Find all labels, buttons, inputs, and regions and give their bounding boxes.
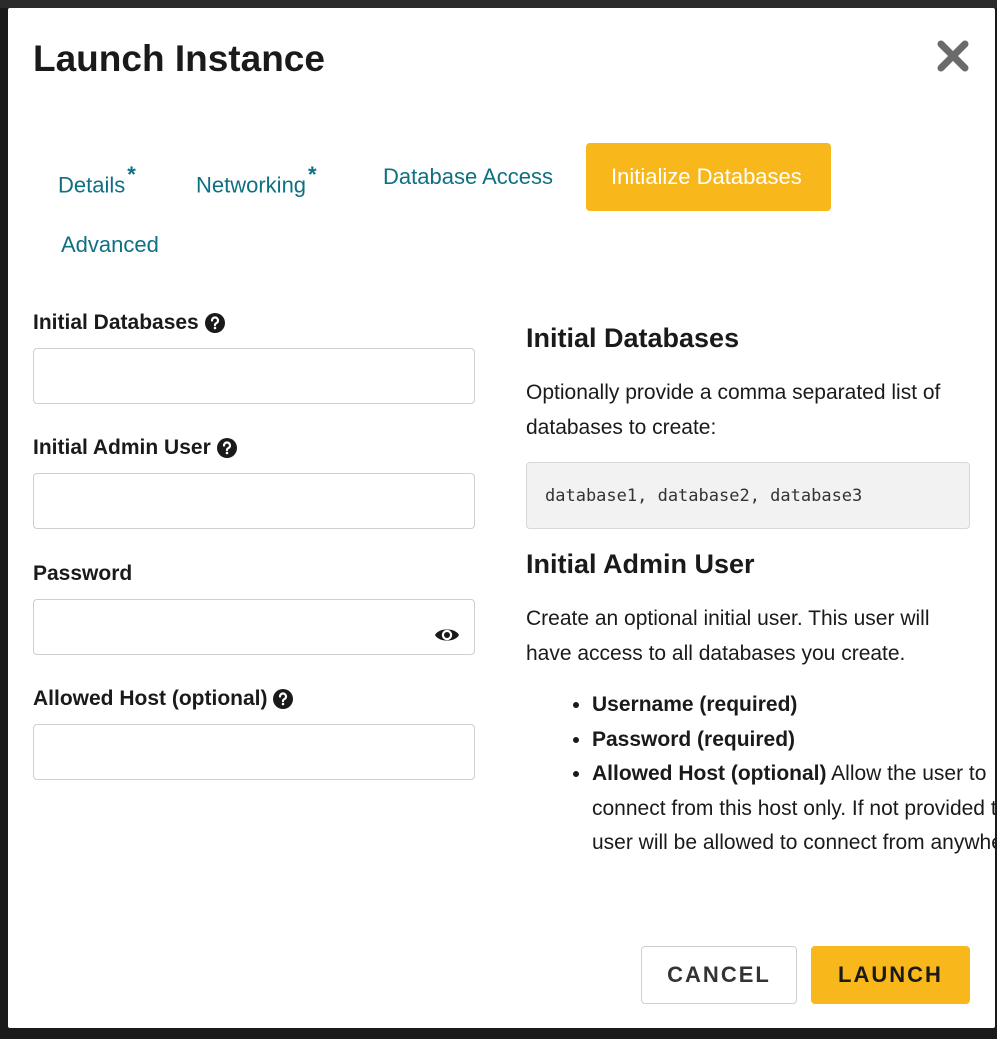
launch-instance-modal: Launch Instance Details* Networking* Dat… [8, 8, 997, 1028]
list-item: Allowed Host (optional) Allow the user t… [592, 757, 997, 861]
close-icon[interactable] [933, 36, 973, 76]
tab-initialize-databases[interactable]: Initialize Databases [586, 143, 831, 211]
allowed-host-label: Allowed Host (optional) [33, 687, 294, 711]
question-circle-icon[interactable] [204, 313, 225, 333]
password-label: Password [33, 562, 133, 585]
help-text-databases: Optionally provide a comma separated lis… [526, 381, 941, 439]
tab-advanced[interactable]: Advanced [36, 211, 184, 279]
initial-admin-user-input[interactable] [33, 473, 475, 529]
initial-databases-input[interactable] [33, 348, 475, 404]
modal-title: Launch Instance [33, 38, 325, 79]
eye-icon[interactable] [434, 625, 460, 645]
help-heading-databases: Initial Databases [526, 323, 740, 353]
password-input[interactable] [33, 599, 475, 655]
list-item: Username (required) [592, 688, 997, 723]
help-text-admin-user: Create an optional initial user. This us… [526, 607, 930, 665]
help-bullet-list: Username (required) Password (required) … [526, 688, 997, 861]
question-circle-icon[interactable] [273, 689, 294, 709]
list-item: Password (required) [592, 723, 997, 758]
example-code-block: database1, database2, database3 [526, 462, 970, 529]
tab-networking[interactable]: Networking* [171, 143, 342, 211]
question-circle-icon[interactable] [216, 438, 237, 458]
backdrop [0, 0, 997, 8]
required-marker: * [127, 162, 136, 187]
tab-details[interactable]: Details* [33, 143, 161, 211]
launch-button[interactable]: LAUNCH [811, 946, 970, 1004]
allowed-host-input[interactable] [33, 724, 475, 780]
help-heading-admin-user: Initial Admin User [526, 549, 755, 579]
initial-databases-label: Initial Databases [33, 311, 225, 335]
cancel-button[interactable]: CANCEL [641, 946, 797, 1004]
initial-admin-user-label: Initial Admin User [33, 436, 237, 460]
tab-database-access[interactable]: Database Access [358, 143, 578, 211]
required-marker: * [308, 162, 317, 187]
